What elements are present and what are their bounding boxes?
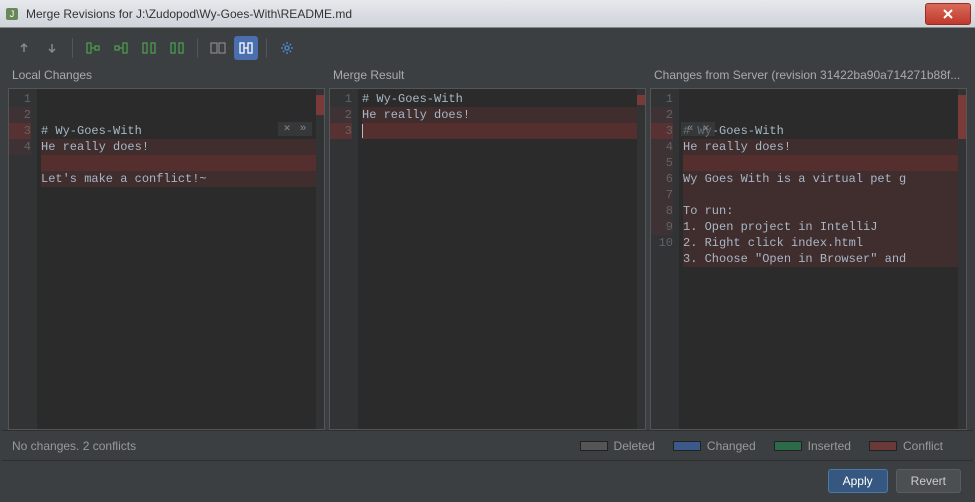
status-bar: No changes. 2 conflicts Deleted Changed … bbox=[2, 430, 973, 460]
accept-change-left-icon[interactable]: « bbox=[683, 122, 697, 136]
legend-changed: Changed bbox=[707, 439, 756, 453]
app-icon: J bbox=[4, 6, 20, 22]
sync-scroll-icon[interactable] bbox=[234, 36, 258, 60]
merge-result-title: Merge Result bbox=[329, 66, 646, 88]
svg-text:J: J bbox=[10, 9, 15, 19]
code-line[interactable]: # Wy-Goes-With bbox=[362, 91, 641, 107]
swatch-inserted bbox=[774, 441, 802, 451]
swatch-conflict bbox=[869, 441, 897, 451]
legend-deleted: Deleted bbox=[614, 439, 655, 453]
revert-button[interactable]: Revert bbox=[896, 469, 961, 493]
code-line[interactable]: To run: bbox=[683, 203, 962, 219]
local-changes-title: Local Changes bbox=[8, 66, 325, 88]
reject-change-icon[interactable]: ✕ bbox=[280, 122, 294, 136]
prev-change-button[interactable] bbox=[12, 36, 36, 60]
server-editor[interactable]: 12345678910 # Wy-Goes-WithHe really does… bbox=[650, 88, 967, 430]
close-button[interactable] bbox=[925, 3, 971, 25]
apply-nonconflicting-right-icon[interactable] bbox=[109, 36, 133, 60]
code-line[interactable] bbox=[683, 267, 962, 283]
code-line[interactable]: Let's make a conflict!~ bbox=[41, 171, 320, 187]
local-changes-panel: Local Changes 1234 # Wy-Goes-WithHe real… bbox=[8, 66, 325, 430]
apply-all-left-icon[interactable] bbox=[137, 36, 161, 60]
code-line[interactable] bbox=[683, 187, 962, 203]
merge-toolbar bbox=[2, 30, 973, 66]
code-line[interactable]: 1. Open project in IntelliJ bbox=[683, 219, 962, 235]
code-line[interactable]: Wy Goes With is a virtual pet g bbox=[683, 171, 962, 187]
next-change-button[interactable] bbox=[40, 36, 64, 60]
merge-result-panel: Merge Result 123 # Wy-Goes-WithHe really… bbox=[329, 66, 646, 430]
legend-conflict: Conflict bbox=[903, 439, 943, 453]
compare-layout-icon[interactable] bbox=[206, 36, 230, 60]
code-line[interactable]: 2. Right click index.html bbox=[683, 235, 962, 251]
apply-button[interactable]: Apply bbox=[828, 469, 888, 493]
apply-all-right-icon[interactable] bbox=[165, 36, 189, 60]
legend-inserted: Inserted bbox=[808, 439, 851, 453]
title-bar: J Merge Revisions for J:\Zudopod\Wy-Goes… bbox=[0, 0, 975, 28]
status-summary: No changes. 2 conflicts bbox=[12, 439, 136, 453]
window-title: Merge Revisions for J:\Zudopod\Wy-Goes-W… bbox=[26, 7, 925, 21]
code-line[interactable]: He really does! bbox=[362, 107, 641, 123]
code-line[interactable] bbox=[362, 123, 641, 139]
swatch-deleted bbox=[580, 441, 608, 451]
local-editor[interactable]: 1234 # Wy-Goes-WithHe really does!Let's … bbox=[8, 88, 325, 430]
server-changes-panel: Changes from Server (revision 31422ba90a… bbox=[650, 66, 967, 430]
accept-change-right-icon[interactable]: » bbox=[296, 122, 310, 136]
code-line[interactable] bbox=[41, 155, 320, 171]
server-changes-title: Changes from Server (revision 31422ba90a… bbox=[650, 66, 967, 88]
reject-change-icon[interactable]: ✕ bbox=[699, 122, 713, 136]
legend: Deleted Changed Inserted Conflict bbox=[580, 439, 943, 453]
code-line[interactable]: # Wy-Goes-With bbox=[683, 123, 962, 139]
code-line[interactable]: He really does! bbox=[41, 139, 320, 155]
code-line[interactable] bbox=[683, 155, 962, 171]
merge-panels: Local Changes 1234 # Wy-Goes-WithHe real… bbox=[2, 66, 973, 430]
dialog-footer: Apply Revert bbox=[2, 460, 973, 500]
swatch-changed bbox=[673, 441, 701, 451]
code-line[interactable]: He really does! bbox=[683, 139, 962, 155]
apply-nonconflicting-left-icon[interactable] bbox=[81, 36, 105, 60]
code-line[interactable]: 3. Choose "Open in Browser" and bbox=[683, 251, 962, 267]
merge-editor[interactable]: 123 # Wy-Goes-WithHe really does! bbox=[329, 88, 646, 430]
settings-gear-icon[interactable] bbox=[275, 36, 299, 60]
